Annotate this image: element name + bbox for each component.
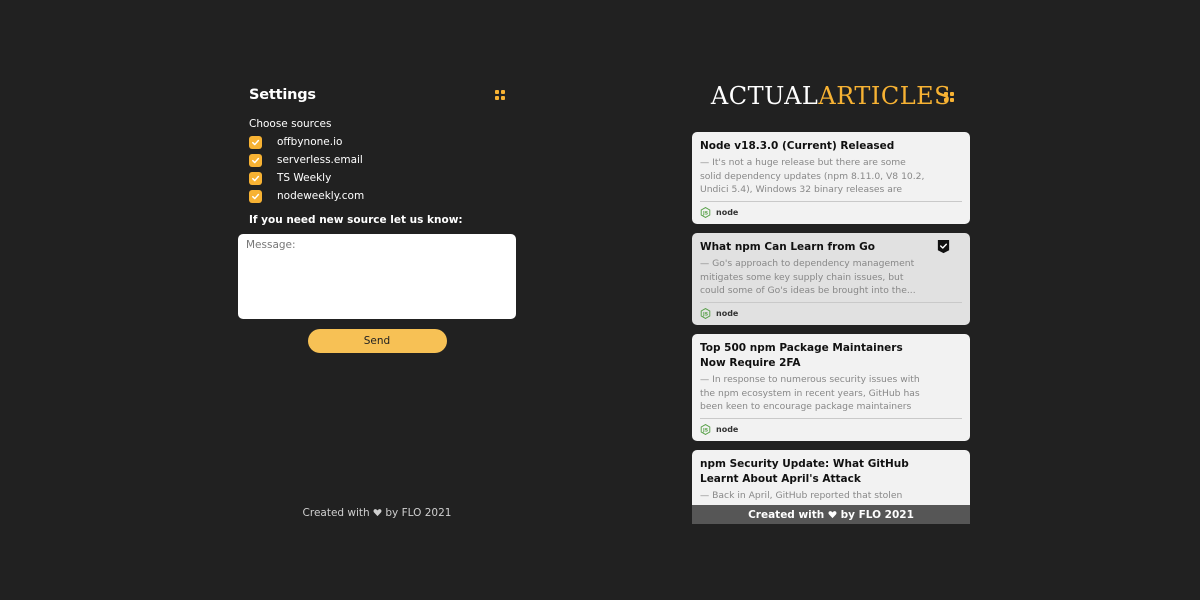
article-feed[interactable]: Node v18.3.0 (Current) Released — It's n… — [692, 132, 970, 524]
source-label: offbynone.io — [277, 136, 343, 148]
source-item-serverless[interactable]: serverless.email — [249, 151, 516, 169]
node-js-icon: JS — [700, 424, 711, 435]
card-divider — [700, 201, 962, 202]
source-checkbox[interactable] — [249, 171, 262, 185]
footer-suffix: by FLO 2021 — [840, 508, 914, 521]
source-label: TS Weekly — [277, 172, 332, 184]
bookmark-check-icon[interactable] — [936, 239, 951, 254]
article-card[interactable]: Node v18.3.0 (Current) Released — It's n… — [692, 132, 970, 224]
brand-word-articles: ARTICLES — [818, 82, 952, 110]
article-excerpt: — It's not a huge release but there are … — [700, 157, 925, 195]
article-title[interactable]: Node v18.3.0 (Current) Released — [700, 139, 962, 154]
check-icon — [252, 175, 260, 181]
settings-panel: Settings Choose sources offbynone.io ser… — [238, 84, 516, 353]
brand-logo: ACTUALARTICLES — [711, 82, 951, 110]
svg-text:JS: JS — [702, 427, 708, 433]
settings-header: Settings — [238, 84, 516, 106]
article-tag: JS node — [700, 307, 962, 320]
card-divider — [700, 418, 962, 419]
message-input[interactable] — [238, 234, 516, 319]
article-title[interactable]: What npm Can Learn from Go — [700, 240, 962, 255]
article-title[interactable]: npm Security Update: What GitHub Learnt … — [700, 457, 962, 487]
article-title[interactable]: Top 500 npm Package Maintainers Now Requ… — [700, 341, 962, 371]
article-tag: JS node — [700, 206, 962, 219]
articles-header: ACTUALARTICLES — [692, 81, 970, 111]
send-button[interactable]: Send — [307, 329, 447, 353]
article-card[interactable]: Top 500 npm Package Maintainers Now Requ… — [692, 334, 970, 441]
articles-panel: ACTUALARTICLES Node v18.3.0 (Current) Re… — [692, 81, 970, 524]
heart-icon — [828, 511, 837, 519]
article-tag: JS node — [700, 423, 962, 436]
sources-label: Choose sources — [249, 118, 332, 130]
article-card[interactable]: What npm Can Learn from Go — Go's approa… — [692, 233, 970, 325]
grid-dots-icon[interactable] — [495, 90, 505, 100]
source-checkbox[interactable] — [249, 189, 262, 203]
heart-icon — [373, 509, 382, 517]
svg-text:JS: JS — [702, 311, 708, 317]
source-checkbox[interactable] — [249, 135, 262, 149]
new-source-label: If you need new source let us know: — [249, 214, 463, 226]
footer-suffix: by FLO 2021 — [385, 507, 452, 519]
node-js-icon: JS — [700, 207, 711, 218]
svg-text:JS: JS — [702, 210, 708, 216]
footer-credit-right: Created with by FLO 2021 — [692, 505, 970, 524]
check-icon — [252, 193, 260, 199]
footer-credit-left: Created with by FLO 2021 — [238, 507, 516, 519]
brand-word-actual: ACTUAL — [710, 82, 819, 110]
source-item-nodeweekly[interactable]: nodeweekly.com — [249, 187, 516, 205]
article-tag-label: node — [716, 425, 739, 434]
footer-prefix: Created with — [302, 507, 370, 519]
source-item-offbynone[interactable]: offbynone.io — [249, 133, 516, 151]
article-tag-label: node — [716, 309, 739, 318]
article-excerpt: — Go's approach to dependency management… — [700, 258, 916, 296]
check-icon — [252, 139, 260, 145]
source-list: offbynone.io serverless.email TS Weekly … — [249, 133, 516, 205]
source-item-ts-weekly[interactable]: TS Weekly — [249, 169, 516, 187]
article-tag-label: node — [716, 208, 739, 217]
source-label: serverless.email — [277, 154, 363, 166]
grid-dots-icon[interactable] — [944, 92, 954, 102]
node-js-icon: JS — [700, 308, 711, 319]
footer-prefix: Created with — [748, 508, 825, 521]
source-checkbox[interactable] — [249, 153, 262, 167]
check-icon — [252, 157, 260, 163]
source-label: nodeweekly.com — [277, 190, 365, 202]
card-divider — [700, 302, 962, 303]
article-excerpt: — In response to numerous security issue… — [700, 374, 920, 412]
settings-title: Settings — [249, 87, 316, 103]
